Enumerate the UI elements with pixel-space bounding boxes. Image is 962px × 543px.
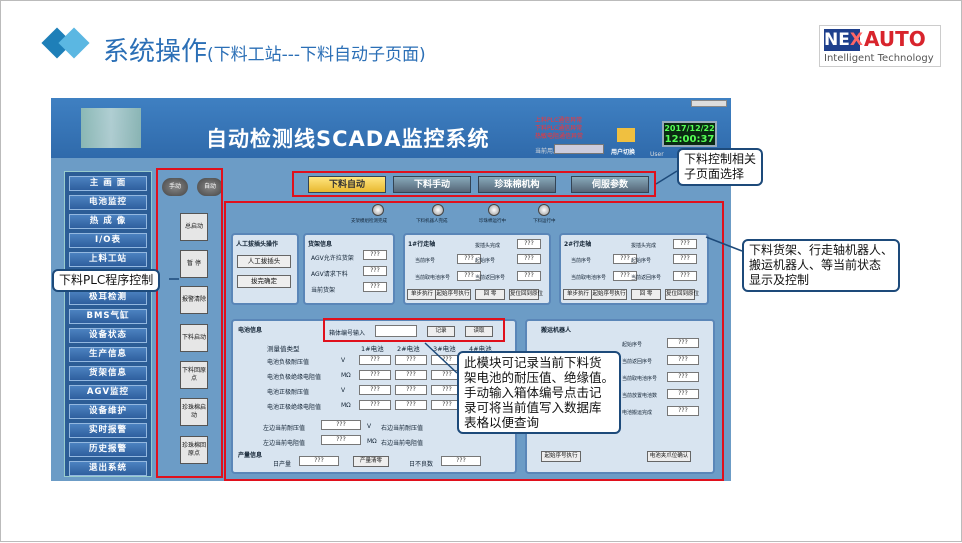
user-label: User xyxy=(650,151,664,158)
title-diamond-light xyxy=(58,27,90,59)
callout-subpage-select: 下料控制相关 子页面选择 xyxy=(677,148,764,186)
sidebar-item[interactable]: AGV监控 xyxy=(69,385,147,400)
sidebar-item[interactable]: I/O表 xyxy=(69,233,147,248)
alarm-text: 热敏电阻通信异常 xyxy=(535,133,584,140)
user-switch-button[interactable]: 用户切换 xyxy=(611,147,635,156)
datetime-display: 2017/12/22 12:00:37 xyxy=(662,121,717,147)
slide-subtitle: (下料工站---下料自动子页面) xyxy=(207,45,426,65)
blurred-logo xyxy=(81,108,141,148)
highlight-battery-record xyxy=(323,318,505,342)
sidebar-item[interactable]: 极耳检测 xyxy=(69,290,147,305)
sidebar-item[interactable]: 主 画 面 xyxy=(69,176,147,191)
highlight-plc-buttons xyxy=(156,168,223,478)
sidebar-item[interactable]: 设备状态 xyxy=(69,328,147,343)
sidebar-item[interactable]: 电池监控 xyxy=(69,195,147,210)
sidebar-item[interactable]: 历史报警 xyxy=(69,442,147,457)
sidebar-item[interactable]: 生产信息 xyxy=(69,347,147,362)
sidebar-item[interactable]: 实时报警 xyxy=(69,423,147,438)
callout-status-display: 下料货架、行走轴机器人、 搬运机器人、等当前状态 显示及控制 xyxy=(742,239,901,292)
slide-title: 系统操作(下料工站---下料自动子页面) xyxy=(103,37,426,67)
sidebar-item[interactable]: 热 成 像 xyxy=(69,214,147,229)
company-logo: NEX AUTO Intelligent Technology xyxy=(819,25,941,67)
window-controls xyxy=(691,100,727,107)
sidebar-item[interactable]: 退出系统 xyxy=(69,461,147,476)
logo-mark: NEX xyxy=(824,29,863,51)
sidebar-nav: 主 画 面电池监控热 成 像I/O表上料工站下料工站极耳检测BMS气缸设备状态生… xyxy=(64,171,152,477)
scada-title: 自动检测线SCADA监控系统 xyxy=(206,127,490,151)
user-icon[interactable] xyxy=(617,128,635,142)
sidebar-item[interactable]: 设备维护 xyxy=(69,404,147,419)
logo-tagline: Intelligent Technology xyxy=(824,53,934,64)
highlight-tabs xyxy=(292,171,656,197)
callout-plc-control: 下料PLC程序控制 xyxy=(52,269,161,292)
sidebar-item[interactable]: 货架信息 xyxy=(69,366,147,381)
logo-auto-text: AUTO xyxy=(864,27,926,51)
sidebar-item[interactable]: 上料工站 xyxy=(69,252,147,267)
callout-battery-record: 此模块可记录当前下料货 架电池的耐压值、绝缘值。 手动输入箱体编号点击记 录可将当前值… xyxy=(457,351,622,434)
current-user-field xyxy=(554,144,604,154)
slide: 系统操作(下料工站---下料自动子页面) NEX AUTO Intelligen… xyxy=(0,0,962,542)
sidebar-item[interactable]: BMS气缸 xyxy=(69,309,147,324)
